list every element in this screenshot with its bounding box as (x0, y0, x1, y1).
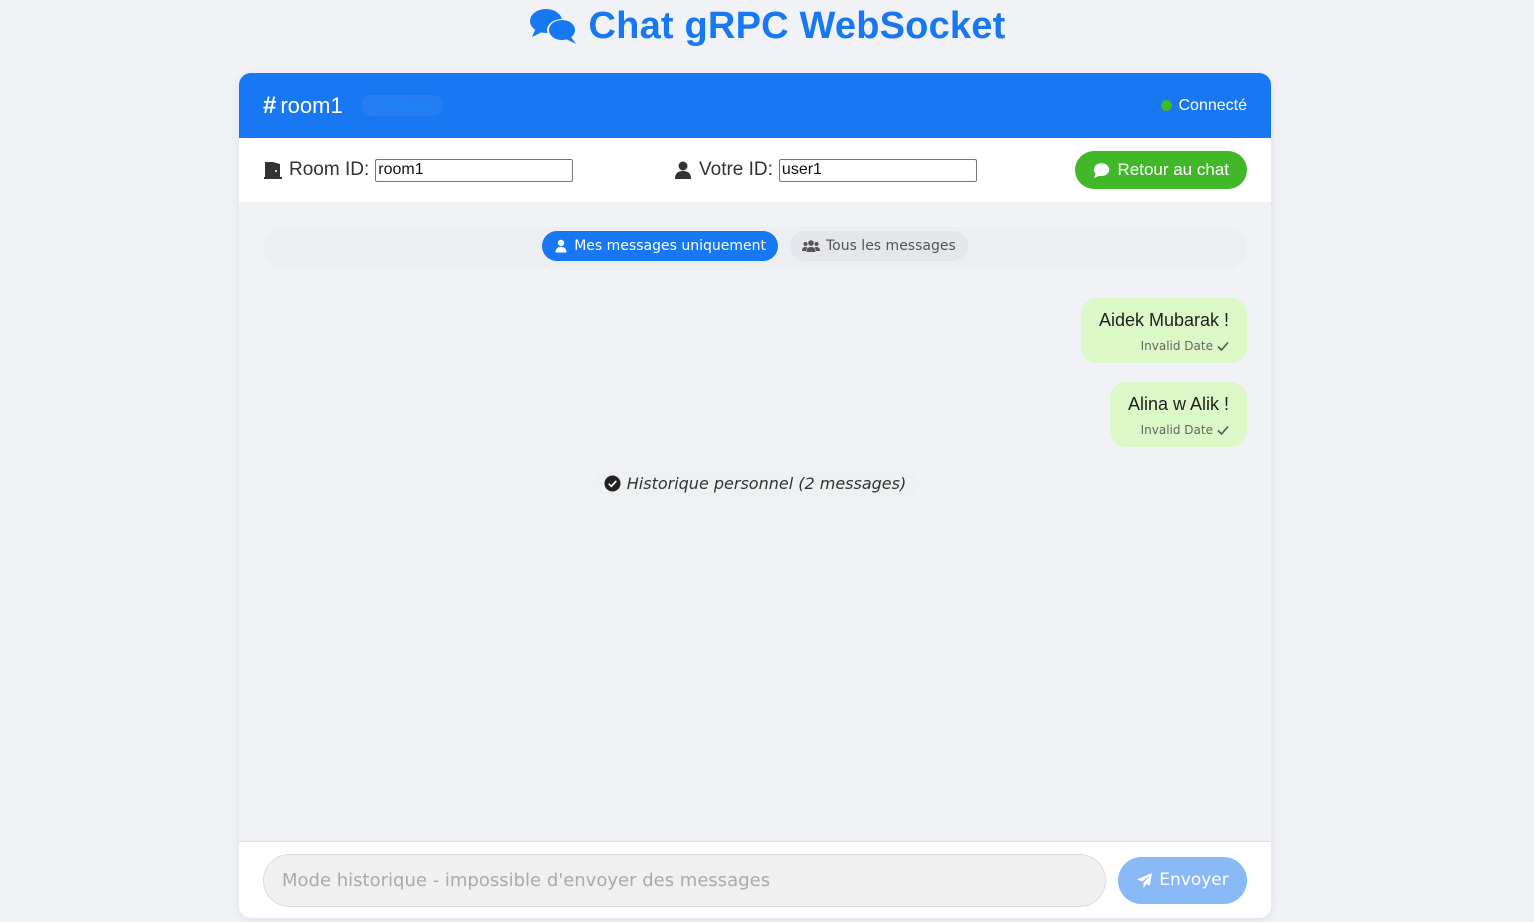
history-note: Historique personnel (2 messages) (239, 470, 1271, 497)
door-open-icon (264, 162, 282, 179)
back-to-chat-button[interactable]: Retour au chat (1075, 151, 1247, 189)
mode-badge: Historique (360, 95, 444, 116)
message-meta: Invalid Date (1128, 423, 1229, 437)
filter-my-messages-label: Mes messages uniquement (574, 238, 766, 254)
message-meta: Invalid Date (1099, 339, 1229, 353)
check-icon (1217, 341, 1229, 352)
check-icon (1217, 425, 1229, 436)
message-text: Aidek Mubarak ! (1098, 310, 1229, 330)
user-id-input[interactable] (778, 158, 977, 182)
users-icon (801, 240, 820, 252)
composer-bar: Envoyer (239, 841, 1271, 918)
connection-status: Connecté (1160, 96, 1248, 115)
comment-icon (1094, 162, 1110, 178)
app-title: Chat gRPC WebSocket (588, 4, 1006, 47)
paper-plane-icon (1137, 872, 1153, 888)
send-button[interactable]: Envoyer (1118, 856, 1247, 904)
comments-icon (529, 9, 577, 44)
status-dot-icon (1160, 100, 1172, 111)
chat-header: # room1 Historique Connecté (239, 73, 1271, 138)
chat-container: # room1 Historique Connecté Room ID: Vo (239, 73, 1271, 918)
status-text: Connecté (1178, 96, 1248, 114)
filter-all-messages-button[interactable]: Tous les messages (789, 231, 968, 261)
room-id-group: Room ID: (263, 158, 673, 182)
room-id-input[interactable] (375, 158, 574, 182)
message-time: Invalid Date (1140, 423, 1213, 437)
check-circle-icon (604, 475, 621, 492)
filter-all-messages-label: Tous les messages (825, 238, 956, 254)
id-bar: Room ID: Votre ID: Retour au chat (239, 138, 1271, 202)
room-title: # room1 (263, 92, 343, 120)
user-icon (675, 161, 691, 179)
app-header: Chat gRPC WebSocket (0, 0, 1534, 52)
message-bubble: Aidek Mubarak ! Invalid Date (1080, 298, 1247, 363)
history-note-text: Historique personnel (2 messages) (626, 474, 907, 493)
hashtag-icon: # (263, 91, 277, 119)
room-name: room1 (280, 92, 343, 118)
message-text: Alina w Alik ! (1127, 394, 1229, 414)
history-note-pill: Historique personnel (2 messages) (591, 470, 919, 497)
send-label: Envoyer (1159, 870, 1229, 890)
user-id-group: Votre ID: (673, 158, 977, 182)
message-input[interactable] (263, 853, 1106, 907)
filter-buttons: Mes messages uniquement Tous les message… (239, 231, 1271, 261)
back-to-chat-label: Retour au chat (1117, 160, 1229, 179)
user-id-label: Votre ID: (699, 159, 773, 180)
user-icon (555, 239, 567, 253)
messages-area[interactable]: Mes messages uniquement Tous les message… (239, 202, 1271, 841)
message-time: Invalid Date (1140, 339, 1213, 353)
message-bubble: Alina w Alik ! Invalid Date (1109, 382, 1247, 447)
room-id-label: Room ID: (289, 159, 370, 180)
filter-my-messages-button[interactable]: Mes messages uniquement (542, 231, 778, 261)
